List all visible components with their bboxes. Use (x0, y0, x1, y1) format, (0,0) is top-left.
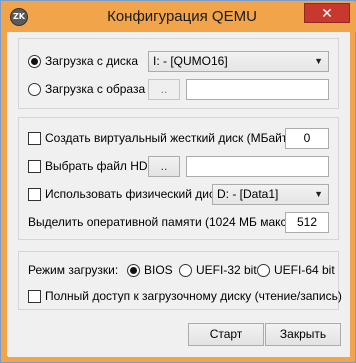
full-access-option[interactable]: Полный доступ к загрузочному диску (чтен… (28, 286, 342, 306)
boot-disk-select-value: I: - [QUMO16] (153, 54, 228, 68)
boot-mode-uefi64-option[interactable]: UEFI-64 bit (257, 260, 335, 280)
physical-disk-select-value: D: - [Data1] (217, 187, 279, 201)
boot-mode-uefi32-radio[interactable] (179, 263, 192, 277)
physical-disk-select[interactable]: D: - [Data1] ▼ (212, 184, 329, 205)
boot-mode-uefi32-label: UEFI-32 bit (196, 263, 257, 277)
disk-memory-group: Создать виртуальный жесткий диск (МБайт)… (18, 117, 339, 240)
use-physical-disk-label: Использовать физический диск (45, 187, 221, 201)
use-physical-disk-checkbox[interactable] (28, 187, 41, 201)
create-virtual-disk-option[interactable]: Создать виртуальный жесткий диск (МБайт) (28, 128, 291, 148)
create-virtual-disk-checkbox[interactable] (28, 131, 41, 145)
boot-mode-uefi32-option[interactable]: UEFI-32 bit (179, 260, 257, 280)
boot-mode-bios-label: BIOS (144, 263, 173, 277)
boot-mode-uefi64-radio[interactable] (257, 263, 270, 277)
chevron-down-icon: ▼ (314, 56, 323, 66)
boot-from-image-option[interactable]: Загрузка с образа (28, 79, 145, 99)
boot-mode-group: Режим загрузки: BIOS UEFI-32 bit UEFI-64… (18, 251, 342, 310)
start-button[interactable]: Старт (188, 323, 264, 346)
window-title: Конфигурация QEMU (107, 8, 257, 25)
boot-from-disk-radio[interactable] (28, 54, 41, 68)
boot-from-image-label: Загрузка с образа (45, 82, 146, 96)
hdd-browse-button[interactable]: .. (148, 156, 180, 177)
memory-value-field[interactable]: 512 (285, 212, 329, 233)
boot-disk-select[interactable]: I: - [QUMO16] ▼ (148, 51, 329, 72)
boot-from-disk-option[interactable]: Загрузка с диска (28, 51, 138, 71)
title-bar[interactable]: ZK Конфигурация QEMU ✕ (2, 2, 356, 32)
chevron-down-icon: ▼ (314, 189, 323, 199)
boot-source-group: Загрузка с диска I: - [QUMO16] ▼ Загрузк… (18, 38, 339, 109)
boot-mode-bios-radio[interactable] (127, 263, 140, 277)
boot-from-disk-label: Загрузка с диска (45, 54, 139, 68)
hdd-path-field[interactable] (186, 156, 329, 177)
close-button[interactable]: Закрыть (265, 323, 341, 346)
virtual-disk-size-field[interactable]: 0 (285, 128, 329, 149)
dialog-body: Загрузка с диска I: - [QUMO16] ▼ Загрузк… (8, 32, 350, 357)
full-access-label: Полный доступ к загрузочному диску (чтен… (45, 289, 342, 303)
boot-from-image-radio[interactable] (28, 82, 41, 96)
use-physical-disk-option[interactable]: Использовать физический диск (28, 184, 220, 204)
create-virtual-disk-label: Создать виртуальный жесткий диск (МБайт) (45, 131, 292, 145)
boot-mode-bios-option[interactable]: BIOS (127, 260, 173, 280)
boot-mode-uefi64-label: UEFI-64 bit (274, 263, 335, 277)
image-path-field[interactable] (186, 79, 329, 100)
boot-mode-row: Режим загрузки: (28, 260, 118, 280)
memory-row: Выделить оперативной памяти (1024 МБ мак… (28, 212, 294, 232)
select-hdd-option[interactable]: Выбрать файл HDD (28, 156, 156, 176)
boot-mode-label: Режим загрузки: (28, 263, 119, 277)
memory-label: Выделить оперативной памяти (1024 МБ мак… (28, 215, 294, 229)
window-close-button[interactable]: ✕ (304, 3, 350, 23)
image-browse-button[interactable]: .. (148, 79, 180, 100)
select-hdd-checkbox[interactable] (28, 159, 41, 173)
full-access-checkbox[interactable] (28, 289, 41, 303)
qemu-config-window: ZK Конфигурация QEMU ✕ Загрузка с диска … (0, 0, 356, 363)
select-hdd-label: Выбрать файл HDD (45, 159, 157, 173)
